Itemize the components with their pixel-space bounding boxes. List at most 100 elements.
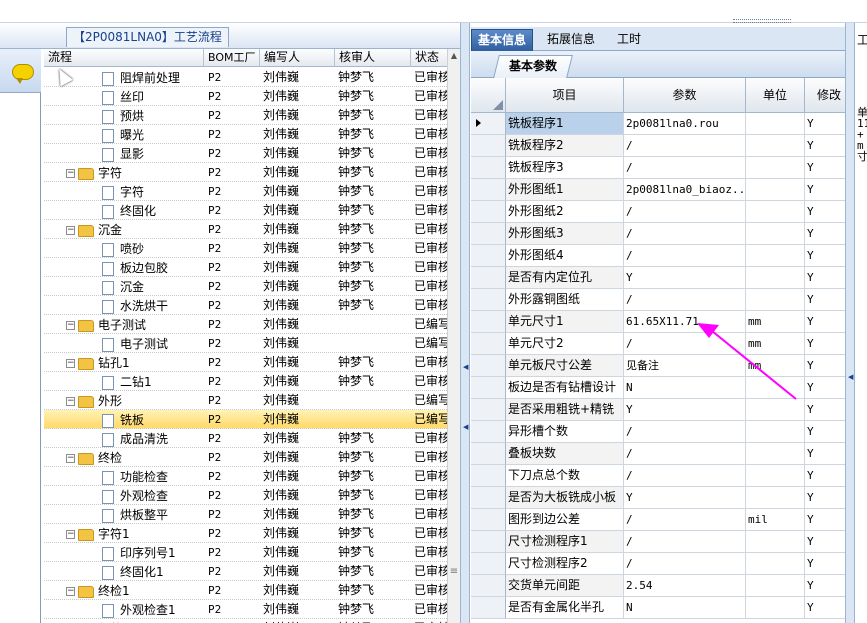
row-indicator[interactable] (471, 443, 506, 465)
tree-node[interactable]: 烘板整平 (102, 507, 168, 523)
parameter-value-cell[interactable]: / (624, 553, 746, 575)
parameter-unit-cell[interactable] (746, 245, 805, 267)
tree-node[interactable]: 沉金 (102, 279, 144, 295)
drag-handle[interactable] (733, 19, 791, 23)
parameter-unit-cell[interactable] (746, 487, 805, 509)
tree-row[interactable]: 终固化 P2 刘伟巍 钟梦飞 已审核 (44, 201, 459, 220)
parameter-row[interactable]: 铣板程序2/Y (471, 135, 854, 157)
parameter-value-cell[interactable]: 61.65X11.71 (624, 311, 746, 333)
tab-basic-parameters[interactable]: 基本参数 (493, 55, 573, 78)
parameter-unit-cell[interactable] (746, 531, 805, 553)
tree-node[interactable]: 终固化1 (102, 564, 164, 580)
parameter-unit-cell[interactable] (746, 553, 805, 575)
row-indicator[interactable] (471, 289, 506, 311)
column-header-auditor[interactable]: 核审人 (335, 49, 411, 67)
tab-basic-info[interactable]: 基本信息 (471, 29, 534, 51)
parameter-row[interactable]: 铣板程序3/Y (471, 157, 854, 179)
parameter-value-cell[interactable]: / (624, 465, 746, 487)
parameter-value-cell[interactable]: / (624, 333, 746, 355)
parameter-row[interactable]: 尺寸检测程序1/Y (471, 531, 854, 553)
parameter-unit-cell[interactable] (746, 399, 805, 421)
tree-row[interactable]: −包装P2刘伟巍钟梦飞已审核 (44, 619, 459, 623)
row-indicator[interactable] (471, 509, 506, 531)
parameter-value-cell[interactable]: Y (624, 399, 746, 421)
collapse-toggle-icon[interactable]: − (66, 321, 75, 330)
parameter-row[interactable]: 外形图纸1 2p0081lna0_biaoz... Y (471, 179, 854, 201)
tree-node[interactable]: 喷砂 (102, 241, 144, 257)
parameter-unit-cell[interactable]: mm (746, 333, 805, 355)
tree-row[interactable]: 曝光 P2 刘伟巍 钟梦飞 已审核 (44, 125, 459, 144)
parameter-value-cell[interactable]: / (624, 421, 746, 443)
row-indicator[interactable] (471, 311, 506, 333)
parameter-row[interactable]: 图形到边公差 / mil Y (471, 509, 854, 531)
parameter-value-cell[interactable]: 见备注 (624, 355, 746, 377)
process-tree-scrollbar[interactable]: ▲ ≡ (447, 49, 460, 623)
chat-bubble-icon[interactable] (12, 64, 34, 84)
tree-node[interactable]: 外观检查1 (102, 602, 176, 618)
parameter-row[interactable]: 铣板程序1 2p0081lna0.rou Y (471, 113, 854, 135)
parameter-unit-cell[interactable]: mil (746, 509, 805, 531)
row-indicator[interactable] (471, 575, 506, 597)
parameter-row[interactable]: 叠板块数 / Y (471, 443, 854, 465)
tree-node[interactable]: 显影 (102, 146, 144, 162)
tree-node[interactable]: 功能检查 (102, 469, 168, 485)
parameter-unit-cell[interactable] (746, 465, 805, 487)
tree-node[interactable]: 字符 (102, 184, 144, 200)
parameter-value-cell[interactable]: / (624, 135, 746, 157)
row-indicator[interactable] (471, 553, 506, 575)
tree-node[interactable]: − 终检 (66, 450, 122, 466)
tree-row[interactable]: − 字符 P2 刘伟巍 钟梦飞 已审核 (44, 163, 459, 182)
row-indicator[interactable] (471, 597, 506, 619)
scrollbar-grip-icon[interactable]: ≡ (449, 567, 459, 577)
collapse-arrow-icon[interactable]: ◀ (463, 423, 468, 433)
tree-row[interactable]: 烘板整平 P2 刘伟巍 钟梦飞 已审核 (44, 505, 459, 524)
parameter-unit-cell[interactable] (746, 223, 805, 245)
parameter-unit-cell[interactable] (746, 377, 805, 399)
tree-row[interactable]: 外观检查 P2 刘伟巍 钟梦飞 已审核 (44, 486, 459, 505)
row-indicator[interactable] (471, 465, 506, 487)
right-splitter[interactable]: ◀ (845, 23, 854, 623)
row-indicator[interactable] (471, 377, 506, 399)
parameter-value-cell[interactable]: / (624, 201, 746, 223)
parameter-value-cell[interactable]: / (624, 157, 746, 179)
tree-node[interactable]: 曝光 (102, 127, 144, 143)
collapse-toggle-icon[interactable]: − (66, 587, 75, 596)
parameter-row[interactable]: 下刀点总个数 / Y (471, 465, 854, 487)
tree-row[interactable]: 印序列号1 P2 刘伟巍 钟梦飞 已审核 (44, 543, 459, 562)
collapse-toggle-icon[interactable]: − (66, 454, 75, 463)
tree-row[interactable]: 铣板 P2 刘伟巍 已编写 (44, 410, 459, 429)
parameter-value-cell[interactable]: / (624, 223, 746, 245)
collapse-toggle-icon[interactable]: − (66, 397, 75, 406)
tree-node[interactable]: − 字符1 (66, 526, 130, 542)
parameter-row[interactable]: 尺寸检测程序2/Y (471, 553, 854, 575)
parameter-row[interactable]: 是否为大板铣成小板 Y Y (471, 487, 854, 509)
row-indicator[interactable] (471, 135, 506, 157)
parameter-value-cell[interactable]: Y (624, 487, 746, 509)
tree-row[interactable]: − 字符1 P2 刘伟巍 钟梦飞 已审核 (44, 524, 459, 543)
parameter-row[interactable]: 是否有内定位孔 Y Y (471, 267, 854, 289)
parameter-row[interactable]: 单元板尺寸公差 见备注 mm Y (471, 355, 854, 377)
row-indicator[interactable] (471, 421, 506, 443)
row-indicator[interactable] (471, 179, 506, 201)
tree-row[interactable]: 字符 P2 刘伟巍 钟梦飞 已审核 (44, 182, 459, 201)
tab-work-hours[interactable]: 工时 (611, 29, 647, 51)
parameter-row[interactable]: 外形图纸4/Y (471, 245, 854, 267)
tree-node[interactable]: 成品清洗 (102, 431, 168, 447)
parameter-row[interactable]: 板边是否有钻槽设计 N Y (471, 377, 854, 399)
parameter-row[interactable]: 单元尺寸2/mm Y (471, 333, 854, 355)
collapse-toggle-icon[interactable]: − (66, 359, 75, 368)
collapse-toggle-icon[interactable]: − (66, 226, 75, 235)
tree-row[interactable]: − 外形 P2 刘伟巍 已编写 (44, 391, 459, 410)
parameter-row[interactable]: 单元尺寸1 61.65X11.71 mm Y (471, 311, 854, 333)
tree-row[interactable]: 板边包胶 P2 刘伟巍 钟梦飞 已审核 (44, 258, 459, 277)
row-indicator[interactable] (471, 245, 506, 267)
row-indicator[interactable] (471, 531, 506, 553)
parameter-unit-cell[interactable] (746, 157, 805, 179)
row-indicator[interactable] (471, 399, 506, 421)
row-indicator[interactable] (471, 355, 506, 377)
tree-row[interactable]: 喷砂 P2 刘伟巍 钟梦飞 已审核 (44, 239, 459, 258)
tree-row[interactable]: − 沉金 P2 刘伟巍 钟梦飞 已审核 (44, 220, 459, 239)
parameter-value-cell[interactable]: / (624, 289, 746, 311)
parameter-row[interactable]: 是否采用粗铣+精铣 Y Y (471, 399, 854, 421)
tree-node[interactable]: 终固化 (102, 203, 156, 219)
